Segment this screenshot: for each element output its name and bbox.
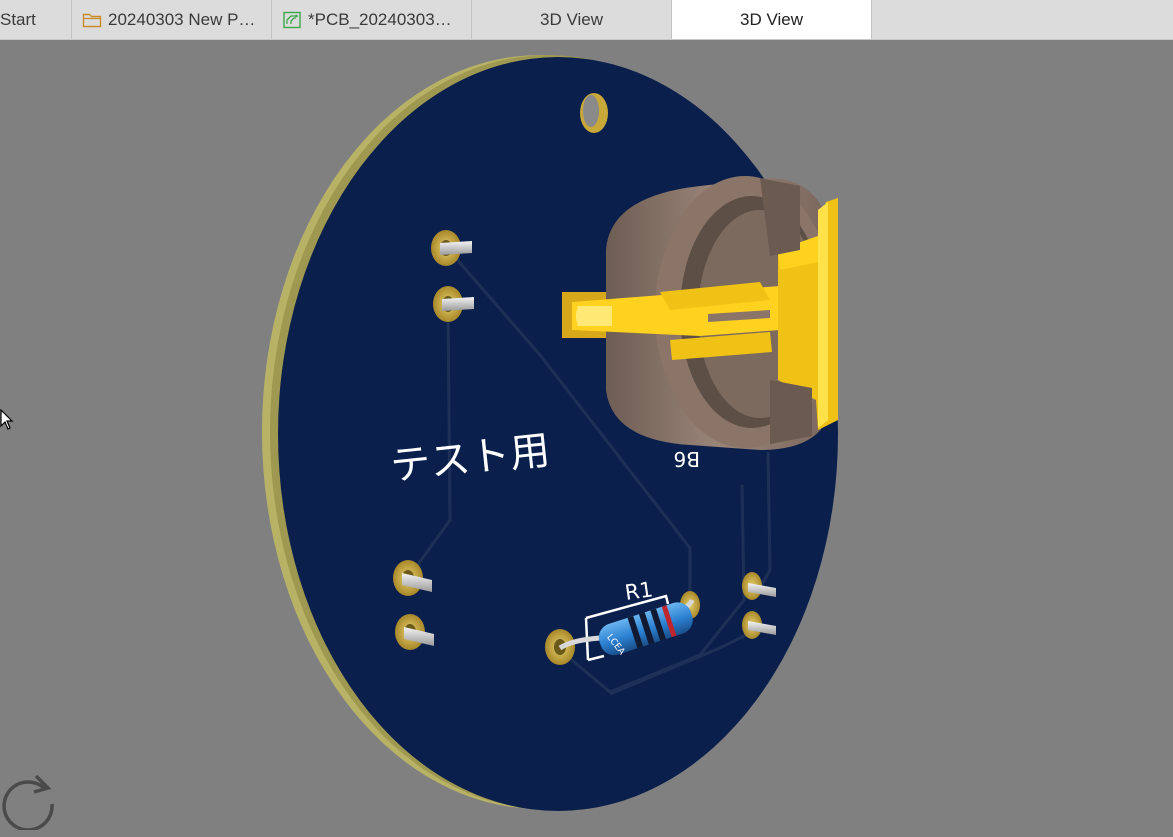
tab-pcb[interactable]: *PCB_20240303… [272, 0, 472, 39]
battery-designator: B6 [674, 447, 700, 471]
tab-project-label: 20240303 New P… [108, 9, 256, 29]
tab-3d-view-2[interactable]: 3D View [672, 0, 872, 39]
tab-pcb-label: *PCB_20240303… [308, 9, 452, 29]
tab-3d-view-2-label: 3D View [740, 9, 803, 29]
tab-start-label: Start [0, 9, 36, 29]
pcb-icon [283, 11, 301, 28]
tab-bar: Start 20240303 New P… *PCB_20240303… 3D … [0, 0, 1173, 40]
pcb-3d-render[interactable]: テスト用 B6 R1 LCEA [0, 40, 1173, 837]
mouse-cursor-icon [0, 409, 14, 430]
tab-start[interactable]: Start [0, 0, 72, 39]
resistor-designator: R1 [623, 577, 654, 605]
3d-viewport[interactable]: テスト用 B6 R1 LCEA [0, 40, 1173, 837]
tab-3d-view-1[interactable]: 3D View [472, 0, 672, 39]
tab-project[interactable]: 20240303 New P… [72, 0, 272, 39]
mounting-hole [580, 93, 608, 133]
tab-3d-view-1-label: 3D View [540, 9, 603, 29]
reset-view-icon[interactable] [0, 772, 56, 830]
folder-icon [82, 13, 102, 27]
